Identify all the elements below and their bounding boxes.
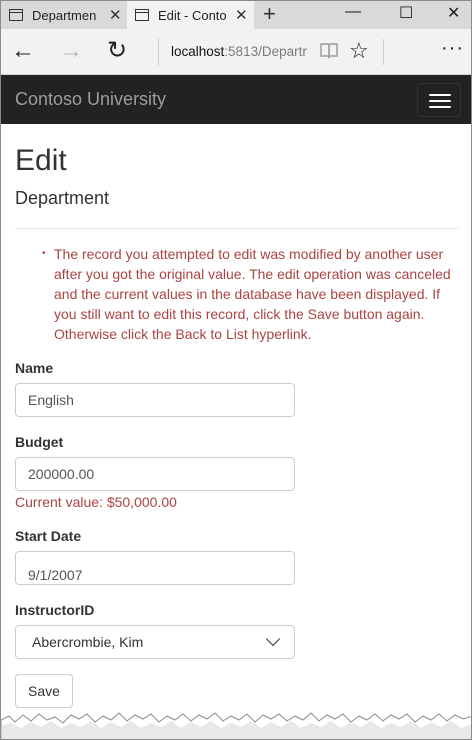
- name-label: Name: [15, 360, 54, 376]
- start-date-label: Start Date: [15, 528, 82, 544]
- maximize-button[interactable]: ☐: [399, 3, 413, 23]
- tab-bar: Departmen ✕ Edit - Conto ✕ + — ☐ ✕: [1, 1, 471, 29]
- budget-group: Budget 200000.00 Current value: $50,000.…: [15, 432, 459, 512]
- page-subtitle: Department: [15, 188, 110, 208]
- actions: Save: [15, 674, 459, 708]
- address-bar[interactable]: localhost:5813/Departr: [158, 38, 308, 66]
- tab-label: Departmen: [32, 7, 97, 23]
- hamburger-line: [429, 94, 451, 96]
- budget-label: Budget: [15, 434, 64, 450]
- save-button[interactable]: Save: [15, 674, 73, 708]
- start-date-group: Start Date 9/1/2007: [15, 526, 459, 585]
- address-path: :5813/Departr: [224, 44, 307, 59]
- hamburger-line: [429, 106, 451, 108]
- close-window-button[interactable]: ✕: [447, 3, 460, 23]
- site-navbar: Contoso University: [1, 75, 471, 124]
- error-bullet: •: [42, 248, 46, 259]
- favorite-star-icon[interactable]: ☆: [349, 39, 369, 63]
- instructor-select[interactable]: Abercrombie, Kim: [15, 625, 295, 659]
- instructor-group: InstructorID Abercrombie, Kim: [15, 600, 459, 659]
- new-tab-button[interactable]: +: [263, 3, 276, 25]
- close-tab-icon[interactable]: ✕: [235, 6, 248, 24]
- concurrency-error-message: The record you attempted to edit was mod…: [54, 246, 451, 342]
- chevron-down-icon: [265, 631, 281, 647]
- instructor-selected-value: Abercrombie, Kim: [32, 634, 144, 650]
- minimize-button[interactable]: —: [345, 3, 361, 21]
- tab-label: Edit - Conto: [158, 7, 226, 23]
- reading-view-icon[interactable]: [319, 41, 339, 59]
- tab-departments[interactable]: Departmen ✕: [1, 1, 127, 29]
- menu-toggle-button[interactable]: [417, 83, 461, 117]
- torn-edge-decoration: [1, 712, 471, 739]
- name-group: Name English: [15, 358, 459, 417]
- browser-window: Departmen ✕ Edit - Conto ✕ + — ☐ ✕ ← → ↻…: [0, 0, 472, 740]
- page-title: Edit: [15, 144, 67, 177]
- page-icon: [135, 9, 149, 21]
- instructor-label: InstructorID: [15, 602, 95, 618]
- tab-edit[interactable]: Edit - Conto ✕: [127, 1, 254, 29]
- hamburger-line: [429, 100, 451, 102]
- browser-toolbar: ← → ↻ localhost:5813/Departr ☆ ···: [1, 29, 471, 75]
- more-icon[interactable]: ···: [441, 37, 464, 60]
- close-tab-icon[interactable]: ✕: [109, 6, 122, 24]
- validation-summary: • The record you attempted to edit was m…: [15, 244, 459, 344]
- budget-input[interactable]: 200000.00: [15, 457, 295, 491]
- start-date-input[interactable]: 9/1/2007: [15, 551, 295, 585]
- forward-icon[interactable]: →: [59, 37, 83, 65]
- refresh-icon[interactable]: ↻: [107, 37, 127, 65]
- toolbar-divider: [383, 39, 384, 65]
- divider: [15, 228, 459, 229]
- brand-link[interactable]: Contoso University: [15, 89, 166, 110]
- name-input[interactable]: English: [15, 383, 295, 417]
- address-host: localhost: [171, 44, 225, 59]
- back-icon[interactable]: ←: [11, 37, 35, 65]
- main-content: Edit Department • The record you attempt…: [15, 124, 459, 708]
- budget-current-value: Current value: $50,000.00: [15, 494, 177, 510]
- page-icon: [9, 9, 23, 21]
